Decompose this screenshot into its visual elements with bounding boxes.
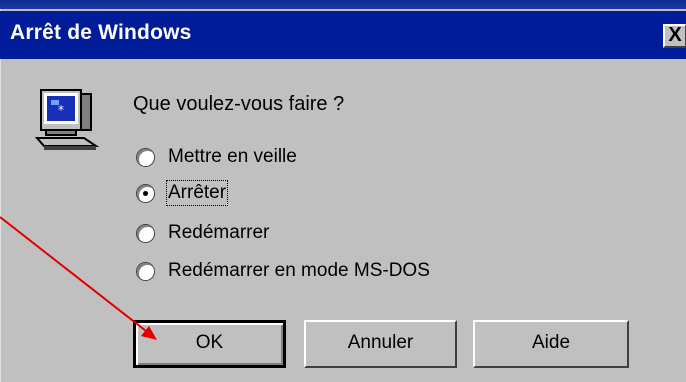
option-label-shutdown[interactable]: Arrêter [165, 180, 229, 206]
dialog-title: Arrêt de Windows [10, 21, 192, 44]
option-label-standby[interactable]: Mettre en veille [168, 146, 297, 168]
radio-restart-msdos[interactable] [137, 263, 154, 280]
option-label-restart[interactable]: Redémarrer [168, 222, 269, 244]
option-label-restart-msdos[interactable]: Redémarrer en mode MS-DOS [168, 260, 430, 282]
close-button[interactable]: X [663, 24, 686, 48]
computer-icon: * [34, 89, 100, 150]
background-window-strip [0, 0, 686, 9]
radio-standby[interactable] [137, 149, 154, 166]
ok-button[interactable]: OK [133, 320, 286, 368]
radio-shutdown[interactable] [137, 185, 154, 202]
svg-text:*: * [58, 103, 64, 117]
question-label: Que voulez-vous faire ? [133, 93, 345, 115]
title-bar: Arrêt de Windows X [0, 11, 686, 59]
help-button[interactable]: Aide [473, 320, 629, 368]
close-icon: X [668, 24, 682, 46]
cancel-button[interactable]: Annuler [304, 320, 457, 368]
radio-restart[interactable] [137, 225, 154, 242]
radio-selected-dot [143, 191, 148, 196]
